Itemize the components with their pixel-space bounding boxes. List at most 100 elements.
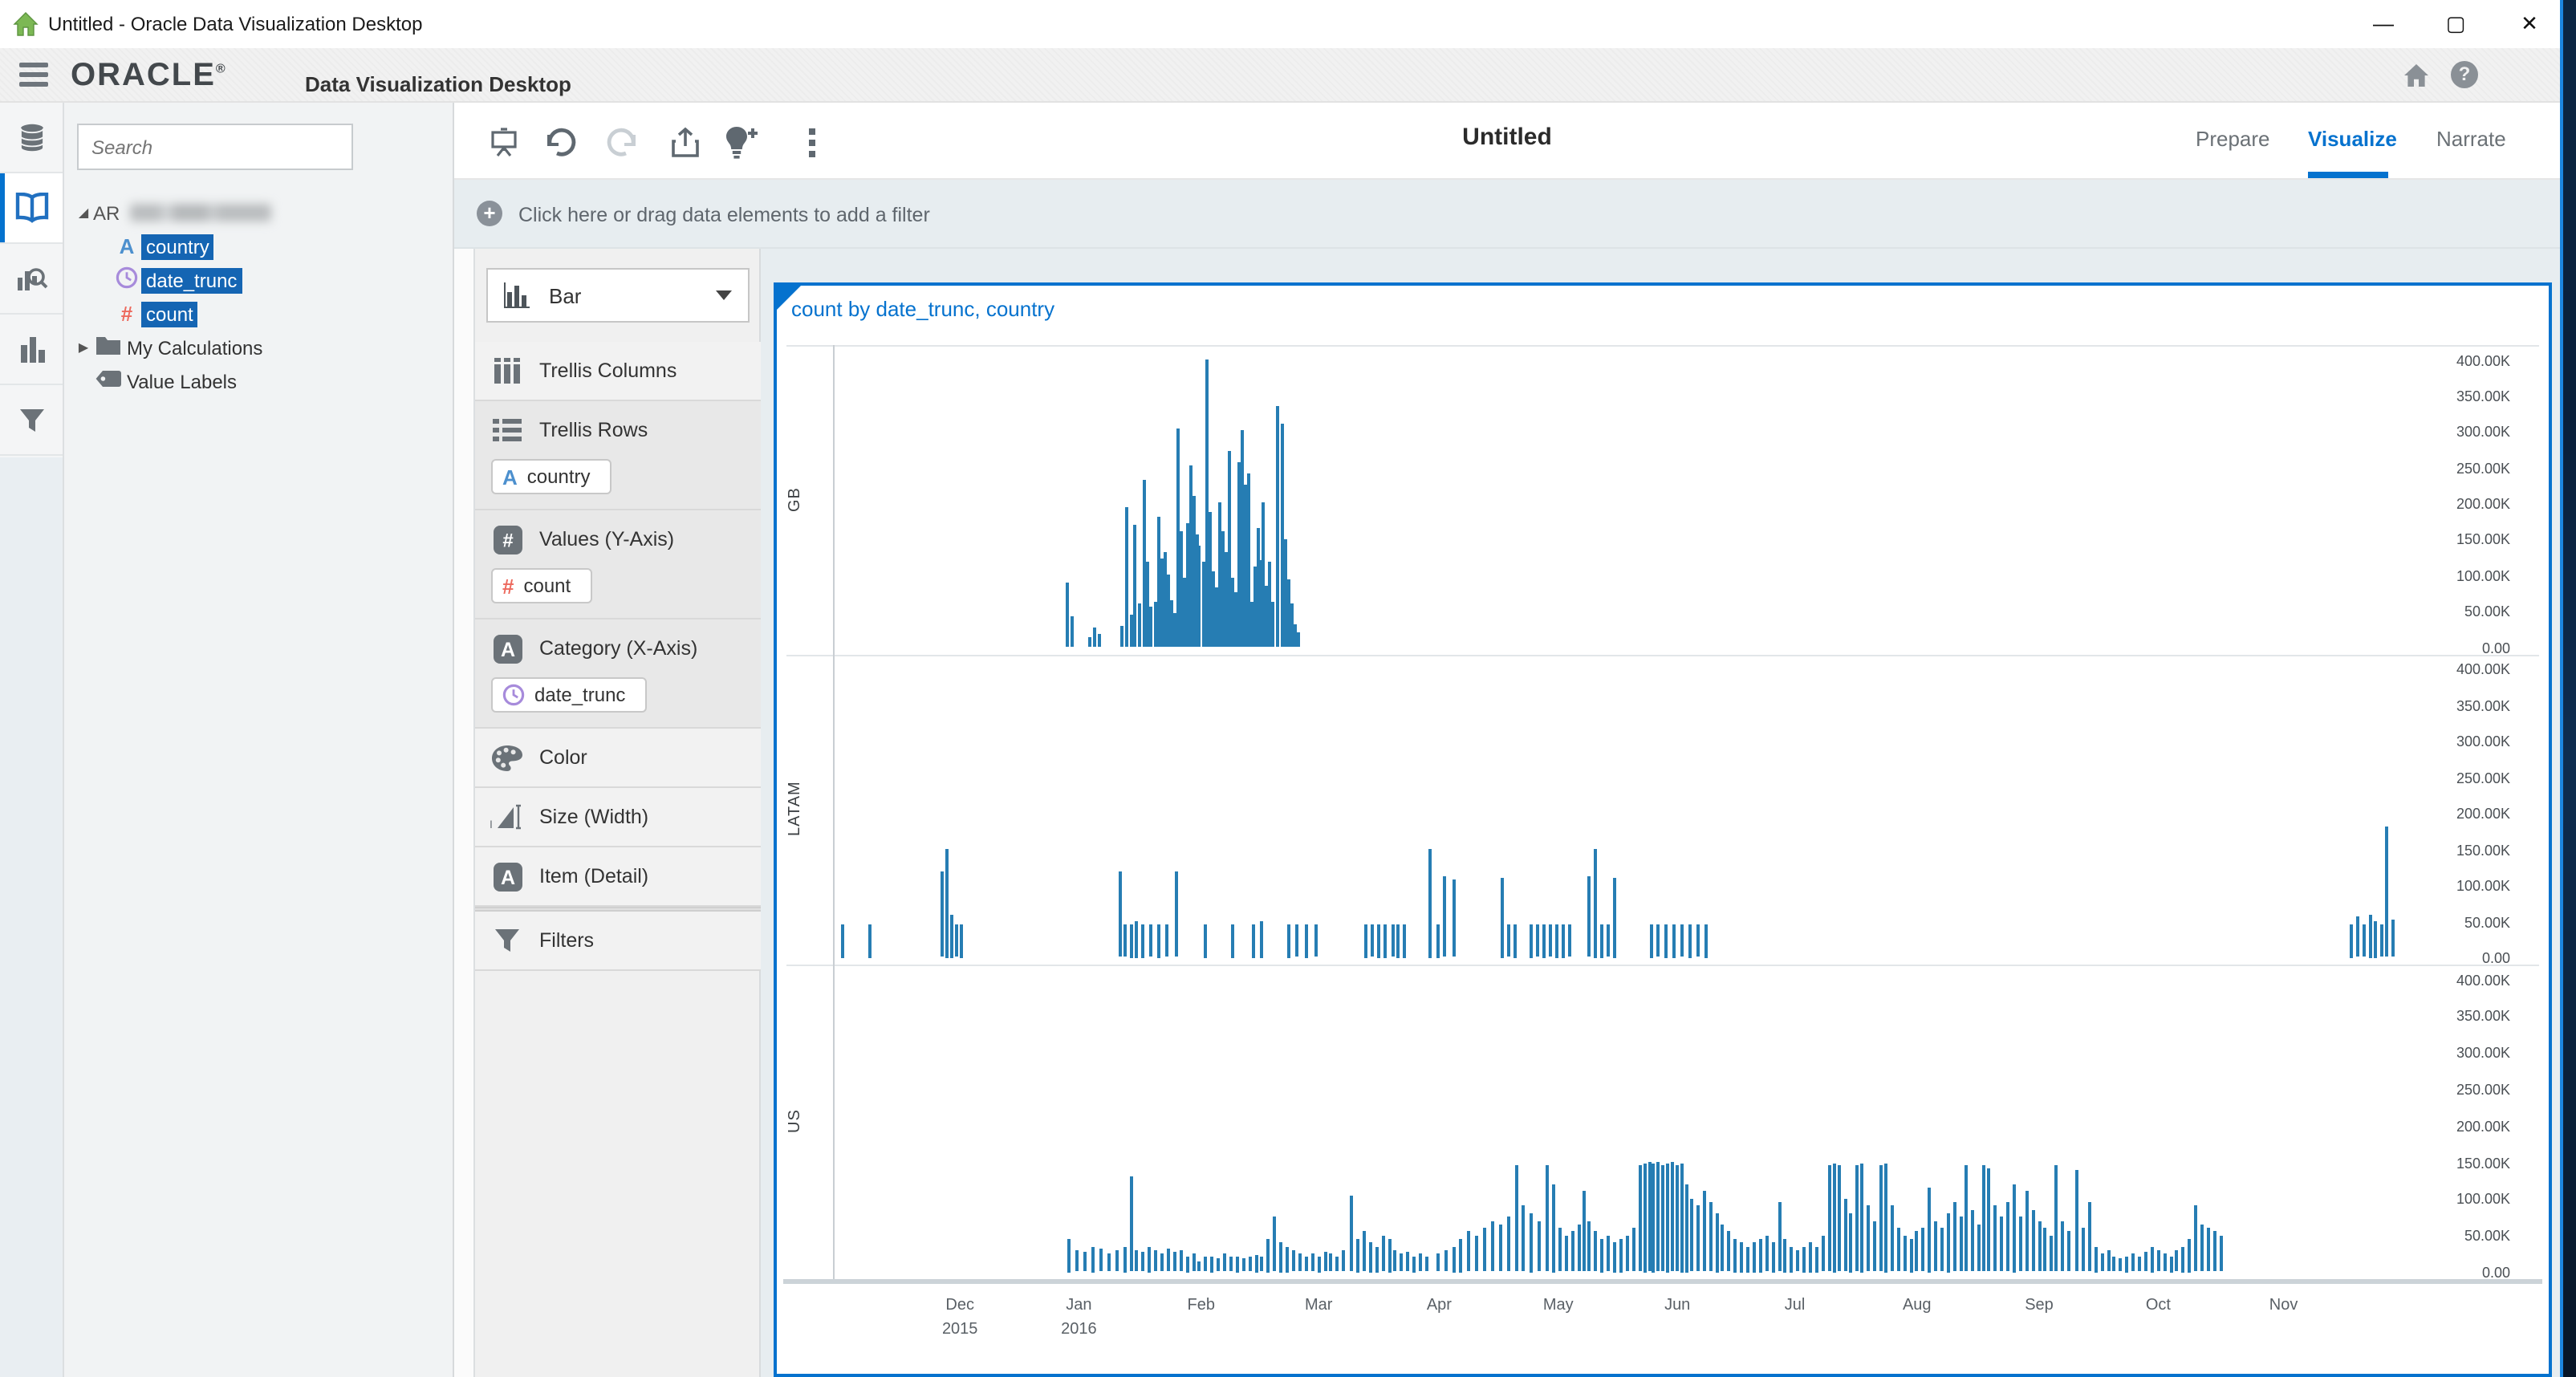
bar[interactable]: [1491, 1221, 1494, 1272]
bar[interactable]: [1310, 1253, 1314, 1272]
bar[interactable]: [1558, 1228, 1562, 1272]
tab-visualize[interactable]: Visualize: [2308, 127, 2397, 151]
bar[interactable]: [1903, 1235, 1906, 1272]
bar[interactable]: [1400, 1253, 1404, 1272]
bar[interactable]: [1167, 1249, 1170, 1272]
bar[interactable]: [1613, 1243, 1616, 1273]
bar[interactable]: [2163, 1253, 2166, 1272]
bar[interactable]: [1796, 1250, 1799, 1272]
bar[interactable]: [1666, 1164, 1669, 1272]
search-input[interactable]: [79, 125, 351, 169]
bar[interactable]: [1223, 1253, 1226, 1272]
bar[interactable]: [1323, 1251, 1327, 1272]
bar[interactable]: [1483, 1228, 1486, 1272]
bar[interactable]: [1832, 1164, 1835, 1272]
bar[interactable]: [1107, 1253, 1111, 1272]
bar[interactable]: [1702, 1192, 1705, 1272]
bar[interactable]: [2019, 1217, 2022, 1272]
bar[interactable]: [2061, 1221, 2064, 1272]
bar[interactable]: [1530, 1213, 1534, 1272]
bar[interactable]: [1909, 1239, 1912, 1272]
bar[interactable]: [1205, 1257, 1208, 1272]
bar[interactable]: [1236, 1256, 1239, 1272]
bar[interactable]: [1626, 1235, 1629, 1272]
bar[interactable]: [1784, 1239, 1787, 1272]
bar[interactable]: [1317, 1256, 1320, 1272]
bar[interactable]: [1595, 1232, 1598, 1272]
minimize-button[interactable]: —: [2359, 10, 2407, 39]
bar[interactable]: [2194, 1206, 2197, 1272]
bar[interactable]: [1179, 1250, 1182, 1272]
bar[interactable]: [1680, 1164, 1684, 1272]
bar[interactable]: [1468, 1232, 1471, 1272]
bar[interactable]: [1685, 1184, 1688, 1273]
bar[interactable]: [1298, 1253, 1302, 1272]
bar[interactable]: [1412, 1256, 1416, 1272]
bar[interactable]: [1600, 1239, 1603, 1272]
bar[interactable]: [1638, 1166, 1641, 1272]
bar[interactable]: [1136, 1250, 1139, 1272]
bar[interactable]: [1091, 1246, 1095, 1272]
grammar-section-item-detail-[interactable]: AItem (Detail): [475, 847, 761, 907]
bar[interactable]: [1210, 1256, 1213, 1272]
bar[interactable]: [1279, 1243, 1282, 1273]
pill-date_trunc[interactable]: date_trunc: [491, 677, 646, 713]
bar[interactable]: [1546, 1166, 1549, 1272]
bar[interactable]: [1879, 1166, 1883, 1272]
bar[interactable]: [2113, 1257, 2116, 1272]
bar[interactable]: [1425, 1257, 1428, 1272]
bar[interactable]: [1452, 1246, 1455, 1272]
bar[interactable]: [1460, 1239, 1463, 1272]
bar[interactable]: [2144, 1251, 2147, 1272]
bar[interactable]: [2025, 1192, 2028, 1272]
bar[interactable]: [1123, 1246, 1126, 1272]
bar[interactable]: [1514, 1166, 1518, 1272]
close-button[interactable]: ✕: [2505, 10, 2554, 39]
bar[interactable]: [1676, 1165, 1679, 1272]
bar[interactable]: [1728, 1232, 1731, 1272]
bar[interactable]: [2151, 1246, 2154, 1272]
rail-item-filters[interactable]: [0, 385, 63, 456]
bar[interactable]: [1552, 1184, 1555, 1273]
bar[interactable]: [1350, 1195, 1353, 1272]
bar[interactable]: [1292, 1250, 1295, 1272]
bar[interactable]: [1129, 1176, 1132, 1272]
bar[interactable]: [2200, 1225, 2204, 1272]
bar[interactable]: [1753, 1243, 1756, 1273]
grammar-section-trellis-rows[interactable]: Trellis RowsAcountry: [475, 401, 761, 510]
bar[interactable]: [1375, 1246, 1378, 1272]
bar[interactable]: [1721, 1225, 1725, 1272]
bar[interactable]: [1356, 1239, 1359, 1272]
bar[interactable]: [1083, 1251, 1087, 1272]
bar[interactable]: [1746, 1246, 1749, 1272]
add-filter-icon[interactable]: +: [477, 201, 502, 226]
bar[interactable]: [1570, 1232, 1574, 1272]
collapsed-caret-icon[interactable]: ▶: [74, 340, 93, 355]
filter-bar[interactable]: + Click here or drag data elements to ad…: [454, 180, 2560, 249]
bar[interactable]: [1740, 1243, 1743, 1273]
bar[interactable]: [1916, 1232, 1919, 1272]
bar[interactable]: [1522, 1206, 1526, 1272]
bar[interactable]: [2013, 1184, 2016, 1273]
tab-narrate[interactable]: Narrate: [2436, 127, 2506, 151]
bar[interactable]: [1940, 1228, 1944, 1272]
bar[interactable]: [1363, 1232, 1366, 1272]
bar[interactable]: [1173, 1251, 1176, 1272]
bar[interactable]: [1922, 1228, 1925, 1272]
bar[interactable]: [1977, 1225, 1980, 1272]
bar[interactable]: [1154, 1250, 1157, 1272]
bar[interactable]: [1765, 1235, 1768, 1272]
viz-type-dropdown[interactable]: Bar: [486, 268, 750, 323]
home-icon[interactable]: [2403, 63, 2430, 88]
bar[interactable]: [1241, 1259, 1245, 1272]
bar[interactable]: [2100, 1253, 2103, 1272]
maximize-button[interactable]: ▢: [2432, 10, 2480, 39]
bar[interactable]: [2169, 1256, 2172, 1272]
bar-chart-visualization[interactable]: count by date_trunc, country GB400.00K35…: [774, 282, 2552, 1377]
expanded-caret-icon[interactable]: ◢: [74, 205, 93, 220]
bar[interactable]: [1185, 1256, 1188, 1272]
bar[interactable]: [2075, 1169, 2078, 1272]
rail-item-data-sources[interactable]: [0, 103, 63, 173]
bar[interactable]: [1809, 1243, 1812, 1273]
bar[interactable]: [1248, 1257, 1251, 1272]
